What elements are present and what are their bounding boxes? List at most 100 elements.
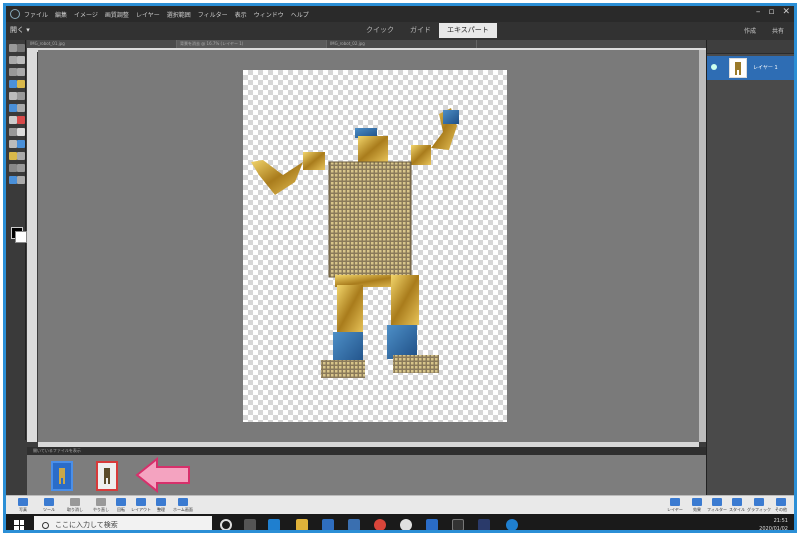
pen-tool-icon[interactable] (17, 152, 25, 160)
layer-row[interactable]: レイヤー 1 (707, 56, 794, 80)
effects-button[interactable]: 効果 (686, 498, 708, 513)
clock-date: 2020/01/02 (759, 526, 788, 532)
task-view-icon[interactable] (244, 519, 256, 530)
sponge-tool-icon[interactable] (17, 104, 25, 112)
chrome-icon[interactable] (374, 519, 386, 530)
photo-bin-header: 開いているファイルを表示 (27, 447, 706, 455)
close-icon[interactable]: ✕ (782, 7, 790, 17)
home-screen-button[interactable]: ホーム画面 (172, 498, 194, 513)
tools-panel (6, 40, 27, 440)
graphics-button[interactable]: グラフィック (747, 498, 771, 513)
tab-expert[interactable]: エキスパート (439, 23, 497, 38)
tool-options-button[interactable]: ツール (38, 498, 60, 513)
marquee-tool-icon[interactable] (17, 56, 25, 64)
document-tab[interactable]: IMG_robot_02.jpg (327, 40, 477, 48)
minimize-icon[interactable]: – (756, 7, 761, 17)
pencil-tool-icon[interactable] (17, 116, 25, 124)
top-right-menus: 作成 共有 (744, 26, 784, 35)
crop-tool-icon[interactable] (9, 164, 17, 172)
spot-heal-icon[interactable] (17, 80, 25, 88)
photo-bin-filter[interactable]: 開いているファイルを表示 (33, 448, 81, 454)
eraser-tool-icon[interactable] (17, 92, 25, 100)
window-controls: – ▫ ✕ (756, 7, 790, 17)
photo-bin-button[interactable]: 写真 (12, 498, 34, 513)
shape-tool-icon[interactable] (17, 140, 25, 148)
photo-bin (27, 455, 706, 495)
layout-button[interactable]: レイアウト (130, 498, 152, 513)
windows-start-icon[interactable] (14, 520, 24, 530)
straighten-tool-icon[interactable] (17, 176, 25, 184)
type-tool-icon[interactable] (9, 152, 17, 160)
layer-thumbnail (729, 58, 747, 78)
pointer-arrow-icon (135, 456, 190, 494)
styles-button[interactable]: スタイル (726, 498, 748, 513)
tab-guided[interactable]: ガイド (402, 23, 439, 38)
eye-tool-icon[interactable] (9, 80, 17, 88)
vertical-ruler (27, 48, 37, 442)
more-button[interactable]: その他 (770, 498, 792, 513)
move-tool-icon[interactable] (9, 56, 17, 64)
lasso-tool-icon[interactable] (9, 68, 17, 76)
menu-help[interactable]: ヘルプ (291, 10, 309, 19)
quick-select-icon[interactable] (17, 68, 25, 76)
photo-bin-thumbnail[interactable] (51, 461, 73, 491)
layers-button[interactable]: レイヤー (664, 498, 686, 513)
tab-quick[interactable]: クイック (358, 23, 402, 38)
eye-icon[interactable] (711, 64, 717, 70)
recompose-tool-icon[interactable] (17, 164, 25, 172)
menu-enhance[interactable]: 画質調整 (105, 10, 129, 19)
cortana-icon[interactable] (220, 519, 232, 530)
hand-tool-icon[interactable] (17, 44, 25, 52)
mail-icon[interactable] (348, 519, 360, 530)
canvas-area[interactable] (38, 50, 703, 442)
taskbar-search-input[interactable]: ここに入力して検索 (34, 516, 212, 530)
redo-button[interactable]: やり直し (90, 498, 112, 513)
file-explorer-icon[interactable] (296, 519, 308, 530)
document-tab-active[interactable]: 背景を消去 @ 16.7% (レイヤー 1) (177, 40, 327, 48)
mode-tabs: クイック ガイド エキスパート (358, 23, 497, 38)
document-tab[interactable]: IMG_robot_01.jpg (27, 40, 177, 48)
menu-image[interactable]: イメージ (74, 10, 98, 19)
action-bar: 写真 ツール 取り消し やり直し 回転 レイアウト 整理 ホーム画面 レイヤー … (6, 495, 794, 514)
search-icon (42, 521, 49, 529)
zoom-tool-icon[interactable] (9, 44, 17, 52)
filters-button[interactable]: フィルター (706, 498, 728, 513)
menu-bar: ファイル 編集 イメージ 画質調整 レイヤー 選択範囲 フィルター 表示 ウィン… (6, 6, 794, 22)
menu-select[interactable]: 選択範囲 (167, 10, 191, 19)
photoshop-elements-icon[interactable] (478, 519, 490, 530)
menu-view[interactable]: 表示 (235, 10, 247, 19)
itunes-icon[interactable] (400, 519, 412, 530)
edge-icon[interactable] (268, 519, 280, 530)
menu-filter[interactable]: フィルター (198, 10, 228, 19)
clone-stamp-icon[interactable] (9, 92, 17, 100)
layers-panel: レイヤー 1 (706, 40, 794, 498)
document-canvas[interactable] (243, 70, 507, 422)
app-logo-icon (10, 9, 20, 19)
color-picker-icon[interactable] (9, 140, 17, 148)
menu-layer[interactable]: レイヤー (136, 10, 160, 19)
paint-bucket-icon[interactable] (9, 128, 17, 136)
blur-tool-icon[interactable] (9, 104, 17, 112)
content-move-icon[interactable] (9, 176, 17, 184)
gradient-tool-icon[interactable] (17, 128, 25, 136)
outlook-icon[interactable] (426, 519, 438, 530)
maximize-icon[interactable]: ▫ (768, 7, 774, 17)
app-window: ファイル 編集 イメージ 画質調整 レイヤー 選択範囲 フィルター 表示 ウィン… (3, 3, 797, 533)
edge-icon-2[interactable] (506, 519, 518, 530)
undo-button[interactable]: 取り消し (64, 498, 86, 513)
open-button[interactable]: 開く ▾ (10, 25, 30, 35)
brush-tool-icon[interactable] (9, 116, 17, 124)
menu-edit[interactable]: 編集 (55, 10, 67, 19)
create-menu[interactable]: 作成 (744, 26, 756, 35)
share-menu[interactable]: 共有 (772, 26, 784, 35)
system-tray[interactable]: 21:51 2020/01/02 (759, 517, 788, 532)
app-icon[interactable] (452, 519, 464, 530)
menu-window[interactable]: ウィンドウ (254, 10, 284, 19)
photo-bin-thumbnail-highlighted[interactable] (96, 461, 118, 491)
store-icon[interactable] (322, 519, 334, 530)
menu-file[interactable]: ファイル (24, 10, 48, 19)
organizer-button[interactable]: 整理 (150, 498, 172, 513)
vertical-scrollbar[interactable] (699, 50, 706, 442)
background-color-swatch[interactable] (15, 231, 27, 243)
rotate-button[interactable]: 回転 (110, 498, 132, 513)
